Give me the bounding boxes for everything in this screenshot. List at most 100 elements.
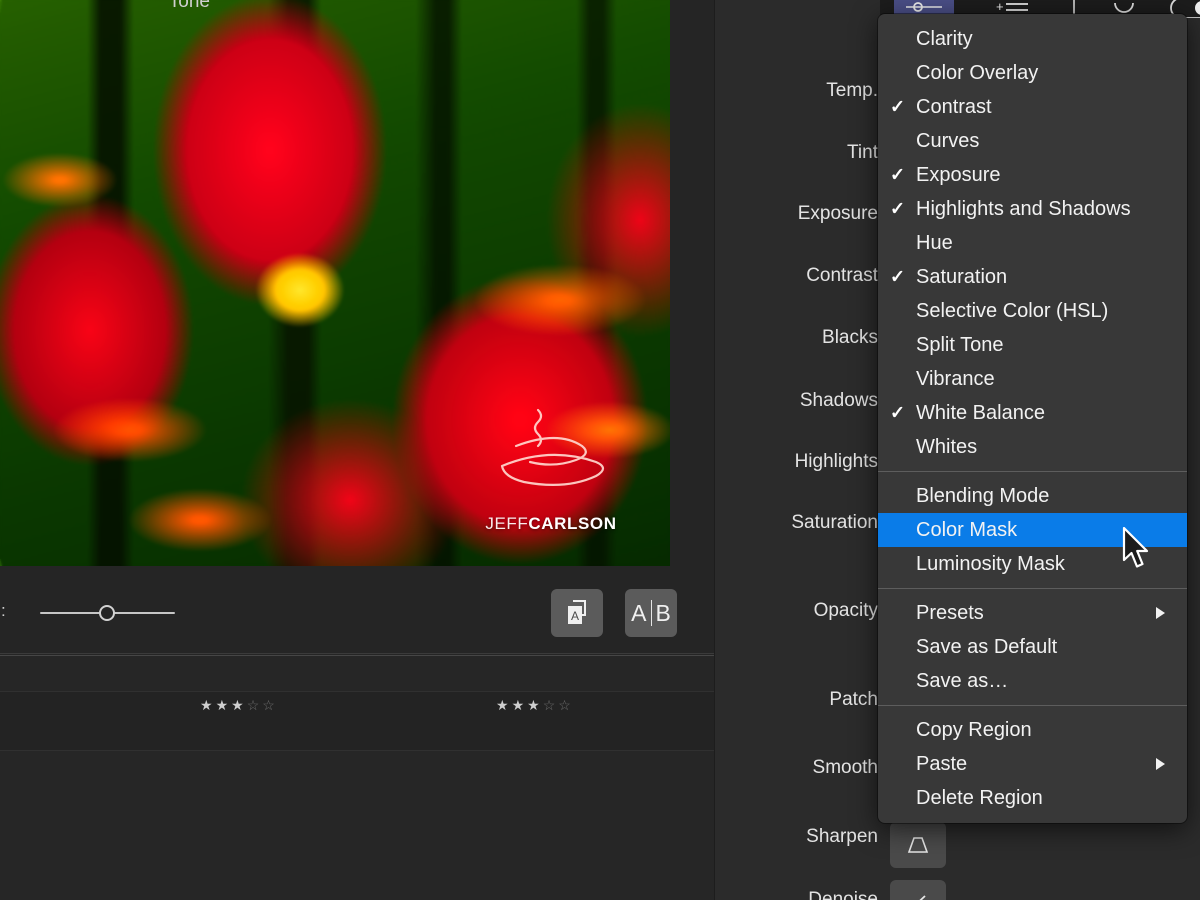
- label-sharpen: Sharpen: [806, 826, 878, 847]
- star-filled-icon[interactable]: ★: [512, 698, 525, 712]
- menu-item-split-tone[interactable]: Split Tone: [878, 328, 1187, 362]
- star-empty-icon[interactable]: ☆: [543, 698, 556, 712]
- star-filled-icon[interactable]: ★: [496, 698, 509, 712]
- menu-item-saturation[interactable]: ✓ Saturation: [878, 260, 1187, 294]
- star-filled-icon[interactable]: ★: [216, 698, 229, 712]
- menu-item-label: Delete Region: [916, 786, 1043, 809]
- compare-ab-label: A B: [631, 600, 671, 627]
- menu-item-label: Vibrance: [916, 367, 995, 390]
- menu-item-exposure[interactable]: ✓ Exposure: [878, 158, 1187, 192]
- menu-item-label: Blending Mode: [916, 484, 1050, 507]
- check-icon: ✓: [890, 402, 906, 423]
- adjustments-context-menu[interactable]: Clarity Color Overlay ✓ Contrast Curves ✓ Expo…: [878, 14, 1187, 823]
- menu-item-clarity[interactable]: Clarity: [878, 22, 1187, 56]
- patch-tool-button[interactable]: [890, 822, 946, 868]
- check-icon: ✓: [890, 198, 906, 219]
- star-filled-icon[interactable]: ★: [200, 698, 213, 712]
- menu-item-blending-mode[interactable]: Blending Mode: [878, 479, 1187, 513]
- menu-separator: [878, 471, 1187, 472]
- menu-item-label: Save as…: [916, 669, 1009, 692]
- menu-item-vibrance[interactable]: Vibrance: [878, 362, 1187, 396]
- check-icon: ✓: [890, 96, 906, 117]
- menu-item-label: Highlights and Shadows: [916, 197, 1131, 220]
- menu-item-label: Presets: [916, 601, 984, 624]
- label-highlights: Highlights: [794, 451, 878, 472]
- filmstrip-divider: [0, 655, 714, 656]
- menu-item-hue[interactable]: Hue: [878, 226, 1187, 260]
- menu-item-label: Paste: [916, 752, 968, 775]
- menu-item-presets[interactable]: Presets: [878, 596, 1187, 630]
- zoom-slider-knob[interactable]: [99, 605, 115, 621]
- label-saturation: Saturation: [791, 512, 878, 533]
- star-empty-icon[interactable]: ☆: [262, 698, 275, 712]
- menu-separator: [878, 588, 1187, 589]
- menu-item-label: Clarity: [916, 27, 973, 50]
- menu-item-label: White Balance: [916, 401, 1045, 424]
- menu-item-label: Luminosity Mask: [916, 552, 1065, 575]
- label-denoise: Denoise: [808, 889, 878, 900]
- menu-item-label: Split Tone: [916, 333, 1004, 356]
- menu-item-curves[interactable]: Curves: [878, 124, 1187, 158]
- label-patch: Patch: [829, 689, 878, 710]
- menu-item-label: Whites: [916, 435, 978, 458]
- label-smooth: Smooth: [812, 757, 878, 778]
- menu-item-color-mask[interactable]: Color Mask: [878, 513, 1187, 547]
- menu-item-whites[interactable]: Whites: [878, 430, 1187, 464]
- menu-item-label: Contrast: [916, 95, 992, 118]
- compare-separator-icon: [650, 600, 652, 626]
- menu-item-label: Exposure: [916, 163, 1001, 186]
- menu-item-save-as[interactable]: Save as…: [878, 664, 1187, 698]
- label-temp: Temp.: [826, 80, 878, 101]
- copy-adjustments-button[interactable]: A: [551, 589, 603, 637]
- app-root: JEFFCARLSON : A A B ★ ★ ★ ☆ ☆ ★ ★ ★ ☆ ☆ …: [0, 0, 1200, 900]
- vertical-bar-icon: [1073, 0, 1075, 15]
- filmstrip-thumbnail-band: [0, 691, 714, 751]
- star-filled-icon[interactable]: ★: [231, 698, 244, 712]
- trapezoid-icon: [907, 837, 929, 853]
- menu-item-copy-region[interactable]: Copy Region: [878, 713, 1187, 747]
- sharpen-tool-button[interactable]: [890, 880, 946, 900]
- menu-item-selective-color-hsl[interactable]: Selective Color (HSL): [878, 294, 1187, 328]
- photo-blur-overlay: [0, 0, 670, 566]
- submenu-arrow-icon: [1156, 607, 1165, 619]
- menu-item-label: Save as Default: [916, 635, 1058, 658]
- submenu-arrow-icon: [1156, 758, 1165, 770]
- menu-item-label: Selective Color (HSL): [916, 299, 1109, 322]
- photo-preview[interactable]: JEFFCARLSON: [0, 0, 670, 566]
- label-contrast: Contrast: [806, 265, 878, 286]
- menu-item-highlights-and-shadows[interactable]: ✓ Highlights and Shadows: [878, 192, 1187, 226]
- label-opacity: Opacity: [813, 600, 878, 621]
- compare-label-a: A: [631, 599, 647, 626]
- thumbnail-rating-2[interactable]: ★ ★ ★ ☆ ☆: [496, 698, 571, 712]
- menu-item-save-as-default[interactable]: Save as Default: [878, 630, 1187, 664]
- thumbnail-rating-1[interactable]: ★ ★ ★ ☆ ☆: [200, 698, 275, 712]
- panel-section-title: Tone: [168, 0, 210, 12]
- filmstrip[interactable]: [0, 655, 714, 900]
- menu-item-label: Color Overlay: [916, 61, 1039, 84]
- menu-item-label: Saturation: [916, 265, 1008, 288]
- diagonal-stroke-icon: [919, 895, 926, 900]
- toolbar-label-prefix: :: [1, 601, 6, 620]
- menu-item-label: Copy Region: [916, 718, 1032, 741]
- svg-text:+: +: [996, 0, 1004, 14]
- check-icon: ✓: [890, 266, 906, 287]
- menu-item-luminosity-mask[interactable]: Luminosity Mask: [878, 547, 1187, 581]
- star-empty-icon[interactable]: ☆: [558, 698, 571, 712]
- star-empty-icon[interactable]: ☆: [247, 698, 260, 712]
- sliders-icon: [906, 2, 942, 12]
- menu-item-white-balance[interactable]: ✓ White Balance: [878, 396, 1187, 430]
- menu-item-label: Color Mask: [916, 518, 1018, 541]
- menu-item-contrast[interactable]: ✓ Contrast: [878, 90, 1187, 124]
- label-shadows: Shadows: [799, 390, 878, 411]
- menu-item-label: Hue: [916, 231, 953, 254]
- label-exposure: Exposure: [797, 203, 878, 224]
- menu-separator: [878, 705, 1187, 706]
- menu-item-delete-region[interactable]: Delete Region: [878, 781, 1187, 815]
- menu-item-color-overlay[interactable]: Color Overlay: [878, 56, 1187, 90]
- star-filled-icon[interactable]: ★: [527, 698, 540, 712]
- menu-item-paste[interactable]: Paste: [878, 747, 1187, 781]
- viewer-area: JEFFCARLSON : A A B ★ ★ ★ ☆ ☆ ★ ★ ★ ☆ ☆: [0, 0, 714, 900]
- check-icon: ✓: [890, 164, 906, 185]
- label-tint: Tint: [847, 142, 878, 163]
- svg-text:A: A: [571, 609, 579, 623]
